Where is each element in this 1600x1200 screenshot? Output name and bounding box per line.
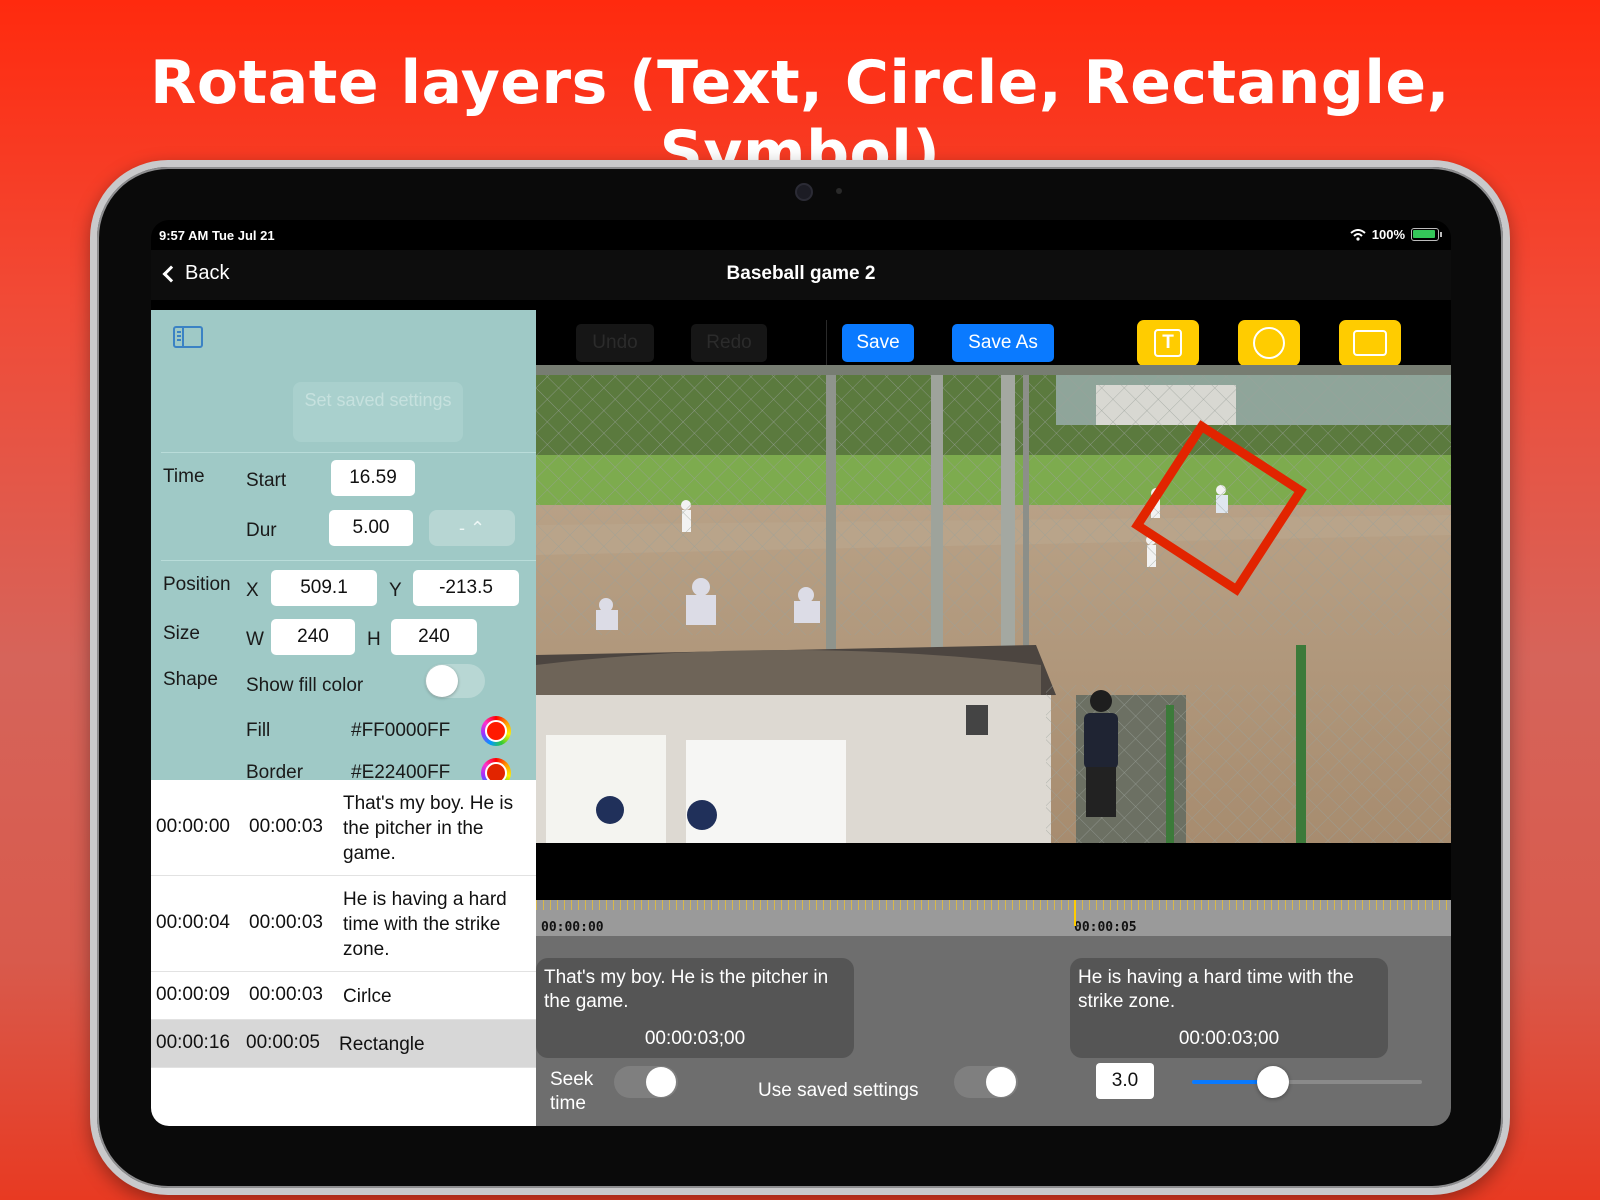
- front-camera: [795, 183, 813, 201]
- wifi-icon: [1350, 228, 1366, 241]
- timeline: 00:00:00 00:00:05 That's my boy. He is t…: [536, 900, 1451, 1126]
- camera-sensor: [836, 188, 842, 194]
- shape-section-label: Shape: [163, 669, 218, 690]
- fill-color-value: #FF0000FF: [351, 720, 451, 741]
- status-bar: 9:57 AM Tue Jul 21 100%: [151, 220, 1451, 250]
- seek-time-toggle[interactable]: [614, 1066, 678, 1098]
- timecode-mid: 00:00:05: [1074, 920, 1137, 935]
- item-duration: 00:00:03: [249, 912, 323, 933]
- item-start: 00:00:00: [156, 816, 230, 837]
- zoom-slider[interactable]: [1192, 1066, 1422, 1098]
- list-item[interactable]: 00:00:04 00:00:03 He is having a hard ti…: [151, 876, 536, 972]
- sidebar-toggle-icon[interactable]: [173, 326, 203, 348]
- slider-thumb[interactable]: [1256, 1066, 1289, 1098]
- timeline-ruler[interactable]: 00:00:00 00:00:05: [536, 900, 1451, 936]
- duration-stepper[interactable]: - ⌃: [429, 510, 515, 546]
- list-item[interactable]: 00:00:00 00:00:03 That's my boy. He is t…: [151, 780, 536, 876]
- save-as-button[interactable]: Save As: [952, 324, 1054, 362]
- item-duration: 00:00:03: [249, 984, 323, 1005]
- timecode-start: 00:00:00: [541, 920, 604, 935]
- set-saved-settings-button[interactable]: Set saved settings: [293, 382, 463, 442]
- x-label: X: [246, 580, 259, 601]
- item-duration: 00:00:03: [249, 816, 323, 837]
- clip-text: He is having a hard time with the strike…: [1078, 967, 1354, 1012]
- circle-tool-icon: [1253, 327, 1285, 359]
- rectangle-tool-icon: [1353, 330, 1387, 356]
- save-button[interactable]: Save: [842, 324, 914, 362]
- properties-panel: Set saved settings Time Start 16.59 Dur …: [151, 310, 536, 780]
- item-text: Cirlce: [343, 986, 392, 1007]
- seek-time-label: Seek time: [550, 1069, 594, 1114]
- toolbar-separator: [826, 320, 827, 368]
- add-text-button[interactable]: T: [1137, 320, 1199, 366]
- clip-text: That's my boy. He is the pitcher in the …: [544, 967, 829, 1012]
- zoom-value-field[interactable]: 3.0: [1096, 1063, 1154, 1099]
- size-w-field[interactable]: 240: [271, 619, 355, 655]
- item-text: That's my boy. He is the pitcher in the …: [343, 793, 514, 864]
- redo-button[interactable]: Redo: [691, 324, 767, 362]
- time-section-label: Time: [163, 466, 205, 487]
- border-label: Border: [246, 762, 304, 780]
- border-color-value: #E22400FF: [351, 762, 451, 780]
- video-preview[interactable]: [536, 365, 1451, 843]
- list-item[interactable]: 00:00:09 00:00:03 Cirlce: [151, 972, 536, 1020]
- start-label: Start: [246, 470, 287, 491]
- position-section-label: Position: [163, 574, 231, 595]
- timeline-clip[interactable]: That's my boy. He is the pitcher in the …: [536, 958, 854, 1058]
- nav-bar: Back Baseball game 2: [151, 250, 1451, 300]
- list-item-selected[interactable]: 00:00:16 00:00:05 Rectangle: [151, 1020, 536, 1068]
- item-text: Rectangle: [339, 1034, 425, 1055]
- w-label: W: [246, 629, 264, 650]
- fill-color-picker[interactable]: [481, 716, 511, 746]
- item-start: 00:00:16: [156, 1032, 230, 1053]
- subtitle-list: 00:00:00 00:00:03 That's my boy. He is t…: [151, 780, 536, 1126]
- item-start: 00:00:04: [156, 912, 230, 933]
- status-time: 9:57 AM Tue Jul 21: [159, 228, 275, 243]
- undo-button[interactable]: Undo: [576, 324, 654, 362]
- add-circle-button[interactable]: [1238, 320, 1300, 366]
- size-h-field[interactable]: 240: [391, 619, 477, 655]
- item-text: He is having a hard time with the strike…: [343, 889, 507, 960]
- border-color-picker[interactable]: [481, 758, 511, 780]
- clip-duration: 00:00:03;00: [1178, 1028, 1280, 1049]
- item-duration: 00:00:05: [246, 1032, 320, 1053]
- timeline-clip[interactable]: He is having a hard time with the strike…: [1070, 958, 1388, 1058]
- y-label: Y: [389, 580, 402, 601]
- h-label: H: [367, 629, 381, 650]
- dur-label: Dur: [246, 520, 277, 541]
- use-saved-settings-toggle[interactable]: [954, 1066, 1018, 1098]
- show-fill-label: Show fill color: [246, 675, 364, 696]
- text-tool-icon: T: [1154, 329, 1182, 357]
- status-right: 100%: [1350, 227, 1442, 242]
- battery-percent: 100%: [1371, 227, 1405, 242]
- playhead[interactable]: [1074, 900, 1076, 926]
- fill-label: Fill: [246, 720, 271, 741]
- use-saved-settings-label: Use saved settings: [758, 1080, 919, 1101]
- start-time-field[interactable]: 16.59: [331, 460, 415, 496]
- position-y-field[interactable]: -213.5: [413, 570, 519, 606]
- show-fill-toggle[interactable]: [425, 664, 485, 698]
- item-start: 00:00:09: [156, 984, 230, 1005]
- clip-duration: 00:00:03;00: [644, 1028, 746, 1049]
- divider: [161, 560, 536, 561]
- add-rectangle-button[interactable]: [1339, 320, 1401, 366]
- battery-icon: [1411, 228, 1442, 241]
- baseball-field-scene: [536, 365, 1451, 843]
- duration-field[interactable]: 5.00: [329, 510, 413, 546]
- app-screen: 9:57 AM Tue Jul 21 100% Back Baseball ga…: [151, 220, 1451, 1126]
- size-section-label: Size: [163, 623, 200, 644]
- page-title: Baseball game 2: [726, 263, 876, 284]
- position-x-field[interactable]: 509.1: [271, 570, 377, 606]
- divider: [161, 452, 536, 453]
